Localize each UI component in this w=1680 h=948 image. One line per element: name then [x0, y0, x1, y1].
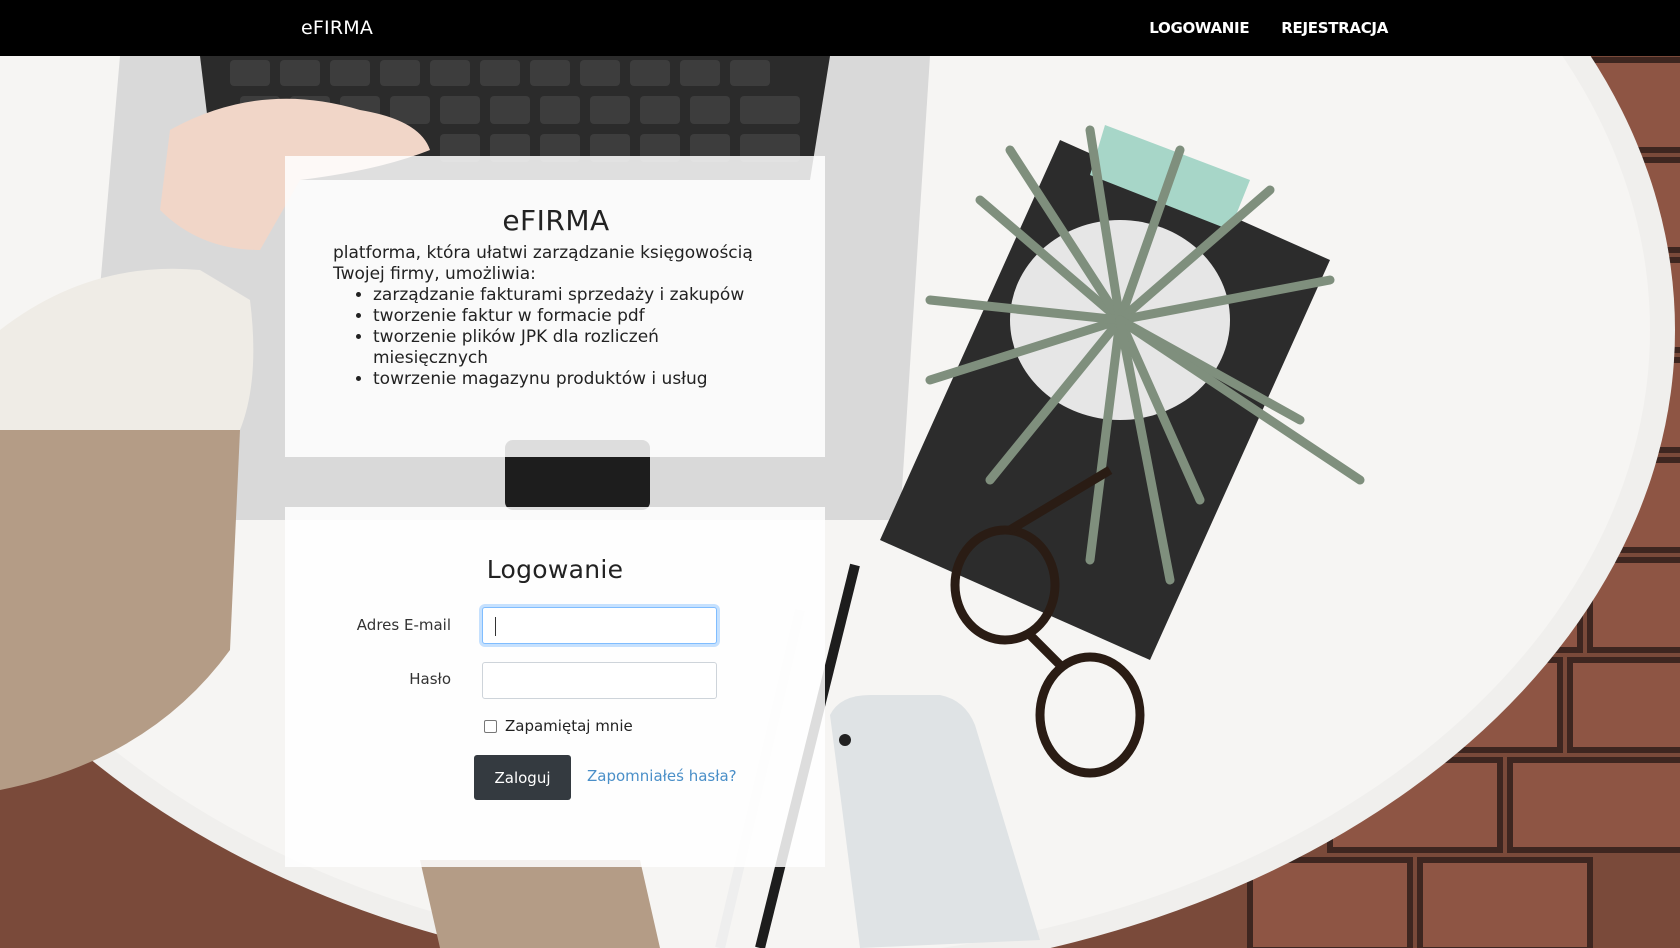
login-submit-button[interactable]: Zaloguj [474, 755, 571, 800]
brand-logo-link[interactable]: eFIRMA [301, 17, 373, 39]
info-panel: eFIRMA platforma, która ułatwi zarządzan… [285, 156, 825, 457]
password-field[interactable] [482, 662, 717, 699]
remember-me-checkbox[interactable] [484, 719, 497, 733]
info-description: platforma, która ułatwi zarządzanie księ… [333, 243, 753, 284]
feature-item: zarządzanie fakturami sprzedaży i zakupó… [373, 285, 779, 306]
email-label: Adres E-mail [356, 616, 451, 634]
email-field[interactable] [482, 607, 717, 644]
login-panel: Logowanie Adres E-mail Hasło Zapamiętaj … [285, 507, 825, 867]
remember-me-row: Zapamiętaj mnie [484, 717, 633, 735]
text-caret [495, 617, 496, 636]
nav-register-link[interactable]: REJESTRACJA [1281, 19, 1388, 37]
remember-me-label[interactable]: Zapamiętaj mnie [505, 717, 633, 735]
nav-links: LOGOWANIE REJESTRACJA [1149, 19, 1388, 37]
background-photo [0, 0, 1680, 948]
top-navbar: eFIRMA LOGOWANIE REJESTRACJA [0, 0, 1680, 56]
feature-item: tworzenie plików JPK dla rozliczeń miesi… [373, 327, 779, 369]
login-title: Logowanie [486, 555, 624, 584]
feature-item: towrzenie magazynu produktów i usług [373, 369, 779, 390]
feature-list: zarządzanie fakturami sprzedaży i zakupó… [373, 285, 779, 390]
nav-login-link[interactable]: LOGOWANIE [1149, 19, 1249, 37]
feature-item: tworzenie faktur w formacie pdf [373, 306, 779, 327]
password-label: Hasło [409, 670, 451, 688]
forgot-password-link[interactable]: Zapomniałeś hasła? [587, 767, 737, 785]
info-title: eFIRMA [502, 204, 610, 237]
